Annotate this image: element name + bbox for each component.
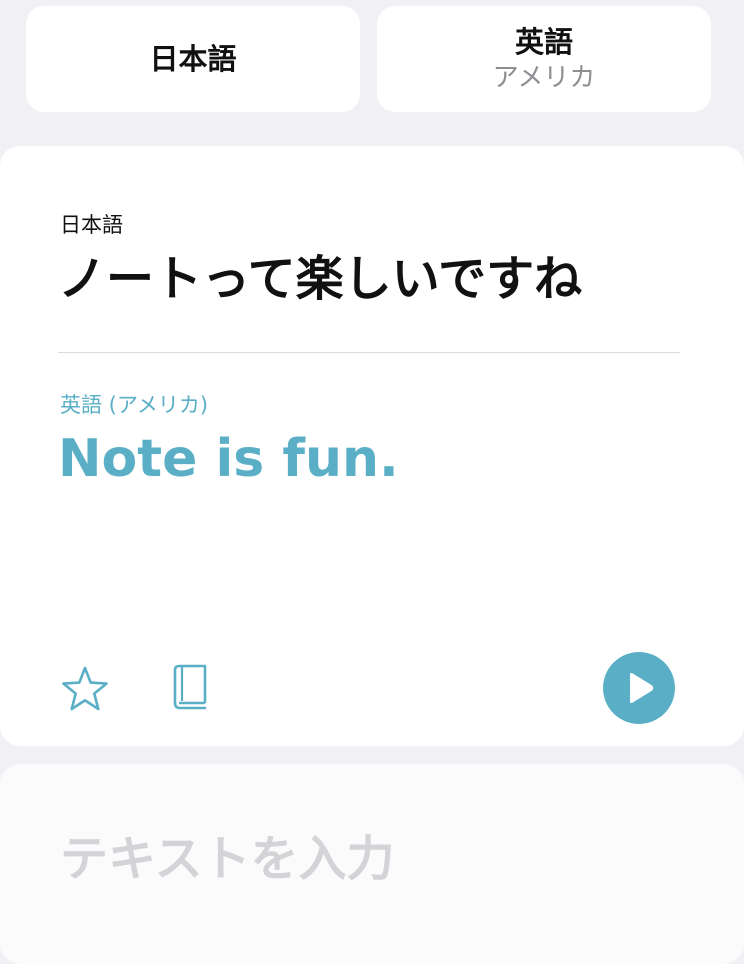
source-text: ノートって楽しいですね <box>58 251 583 307</box>
target-language-label: 英語 <box>514 25 573 59</box>
target-language-region: アメリカ <box>492 63 596 93</box>
star-icon[interactable] <box>60 665 110 713</box>
play-icon <box>630 672 654 704</box>
target-language-button[interactable]: 英語 アメリカ <box>377 6 711 112</box>
translation-card: 日本語 ノートって楽しいですね 英語 (アメリカ) Note is fun. <box>0 146 744 746</box>
text-input-placeholder: テキストを入力 <box>60 831 395 887</box>
book-icon[interactable] <box>170 663 210 713</box>
translation-text: Note is fun. <box>58 429 399 489</box>
play-button[interactable] <box>603 652 675 724</box>
source-language-button[interactable]: 日本語 <box>26 6 360 112</box>
source-language-label: 日本語 <box>149 42 237 76</box>
text-input-area[interactable]: テキストを入力 <box>0 764 744 964</box>
translation-language-label: 英語 (アメリカ) <box>60 393 209 417</box>
source-text-language-label: 日本語 <box>60 213 123 237</box>
divider <box>58 352 680 353</box>
